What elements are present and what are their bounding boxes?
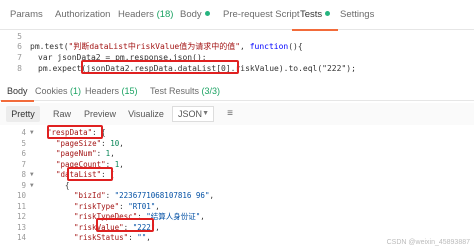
line-number: 8	[17, 64, 22, 73]
preview-button[interactable]: Preview	[80, 106, 120, 122]
tab-response-body[interactable]: Body	[1, 83, 33, 102]
tab-cookies[interactable]: Cookies (1)	[35, 83, 81, 101]
tab-test-results[interactable]: Test Results (3/3)	[150, 83, 220, 101]
highlight-datalist	[67, 167, 113, 181]
tab-pre-request-script[interactable]: Pre-request Script	[223, 0, 300, 30]
tab-headers[interactable]: Headers (18)	[118, 0, 173, 30]
highlight-riskvalue	[96, 218, 154, 232]
pretty-button[interactable]: Pretty	[6, 106, 40, 122]
response-json-body: 4 ▼ "respData": {5 "pageSize": 10, 6 "pageNum…	[0, 127, 474, 248]
format-select[interactable]: JSON ▼	[172, 106, 214, 122]
tab-params[interactable]: Params	[10, 0, 43, 30]
editor-line: 6 pm.test("判断dataList中riskValue值为请求中的值",…	[0, 41, 474, 52]
highlight-respdata	[47, 125, 103, 139]
visualize-button[interactable]: Visualize	[126, 106, 166, 122]
chevron-down-icon: ▼	[202, 110, 209, 117]
line-number: 14	[16, 233, 26, 242]
tab-settings[interactable]: Settings	[340, 0, 374, 30]
tab-response-headers[interactable]: Headers (15)	[85, 83, 138, 101]
line-number: 6	[17, 42, 22, 51]
watermark: CSDN @weixin_45893887	[386, 239, 470, 246]
highlight-expect-path	[81, 60, 239, 74]
status-dot-icon	[325, 11, 331, 16]
status-dot-icon	[204, 11, 210, 16]
tab-body[interactable]: Body	[180, 0, 210, 30]
wrap-lines-icon[interactable]: ≡	[222, 107, 238, 121]
request-tabs: Params Authorization Headers (18) Body P…	[0, 0, 474, 31]
tab-authorization[interactable]: Authorization	[55, 0, 110, 30]
headers-count: (18)	[156, 9, 174, 20]
raw-button[interactable]: Raw	[50, 106, 74, 122]
tab-tests[interactable]: Tests	[291, 0, 339, 31]
response-view-bar: Pretty Raw Preview Visualize JSON ▼ ≡	[0, 103, 474, 125]
line-number: 7	[17, 53, 22, 62]
response-tabs: Body Cookies (1) Headers (15) Test Resul…	[0, 83, 474, 102]
